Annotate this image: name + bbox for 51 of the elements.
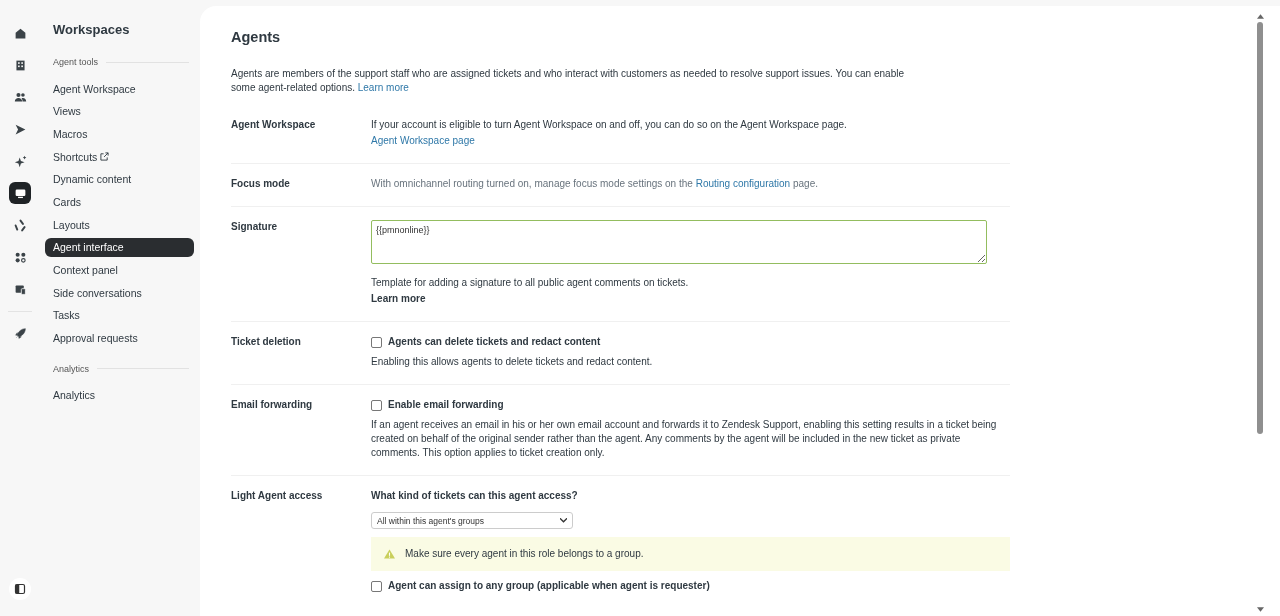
panel-toggle-icon[interactable] (9, 578, 31, 600)
setting-description: If your account is eligible to turn Agent Workspace on and off, you can do so on the Agent Workspace page. (371, 119, 847, 130)
nav-section-heading: Analytics (53, 363, 89, 374)
nav-item[interactable]: Side conversations (45, 283, 194, 303)
setting-label: Light Agent access (231, 489, 323, 501)
routing-configuration-link[interactable]: Routing configuration (695, 178, 791, 189)
question-text: What kind of tickets can this agent access? (371, 489, 579, 503)
warning-text: Make sure every agent in this role belongs to a group. (405, 547, 644, 561)
external-link-icon (100, 152, 110, 162)
nav-item[interactable]: Views (45, 101, 194, 121)
warning-icon (384, 549, 395, 559)
caret-icon (560, 518, 567, 523)
nav-item[interactable]: Cards (45, 192, 194, 212)
checkbox[interactable] (371, 336, 382, 348)
monitor-icon[interactable] (9, 182, 31, 204)
nav-item[interactable]: Shortcuts (45, 147, 194, 167)
nav-item[interactable]: Layouts (45, 215, 194, 235)
agent-workspace-link[interactable]: Agent Workspace page (371, 134, 1010, 148)
checkbox[interactable] (371, 580, 382, 592)
nav-item[interactable]: Agent Workspace (45, 79, 194, 98)
checkbox-label: Agent can assign to any group (applicable when agent is requester) (388, 579, 710, 593)
signature-field[interactable]: {{pmnonline}} (371, 220, 987, 264)
nav-item[interactable]: Analytics (45, 385, 194, 405)
scroll-up-icon[interactable] (1256, 14, 1264, 19)
nav-item[interactable]: Approval requests (45, 328, 194, 348)
hint-text: Template for adding a signature to all public agent comments on tickets. (371, 276, 690, 290)
learn-more-link[interactable]: Learn more (371, 292, 1010, 306)
setting-label: Ticket deletion (231, 335, 301, 347)
setting-label: Focus mode (231, 177, 290, 189)
intro-text: Agents are members of the support staff who are assigned tickets and who interact with customers as needed to resolve support issues. You can enable some agent-related options. Learn more (231, 67, 905, 95)
setting-label: Email forwarding (231, 398, 313, 410)
setting-description: Enabling this allows agents to delete tickets and redact content. (371, 355, 654, 369)
nav-section-heading: Agent tools (53, 57, 99, 67)
setting-description: If an agent receives an email in his or her own email account and forwards it to Zendesk Support, enabling this setting results in a ticket being created on behalf of the original sender rather than the agent. Any comments by the agent will be included in the new ticket as private comments. This option applies to ticket creation only. (371, 418, 998, 460)
learn-more-link[interactable]: Learn more (357, 82, 409, 93)
nav-item[interactable]: Macros (45, 124, 194, 144)
ticket-access-dropdown[interactable]: All within this agent's groups (371, 512, 573, 529)
scrollbar-thumb[interactable] (1257, 22, 1263, 434)
nav-title: Workspaces (52, 22, 131, 37)
checkbox[interactable] (371, 399, 382, 411)
page-title: Agents (231, 29, 282, 45)
setting-label: Agent Workspace (231, 118, 316, 130)
setting-label: Signature (231, 220, 278, 232)
checkbox-label: Agents can delete tickets and redact content (388, 335, 601, 349)
nav-item[interactable]: Agent interface (45, 237, 194, 257)
setting-description: With omnichannel routing turned on, manage focus mode settings on the Routing configuration page. (371, 178, 818, 189)
nav-item[interactable]: Dynamic content (45, 169, 194, 189)
nav-item[interactable]: Context panel (45, 260, 194, 280)
scroll-down-icon[interactable] (1256, 607, 1264, 612)
checkbox-label: Enable email forwarding (388, 398, 504, 412)
nav-item[interactable]: Tasks (45, 305, 194, 325)
